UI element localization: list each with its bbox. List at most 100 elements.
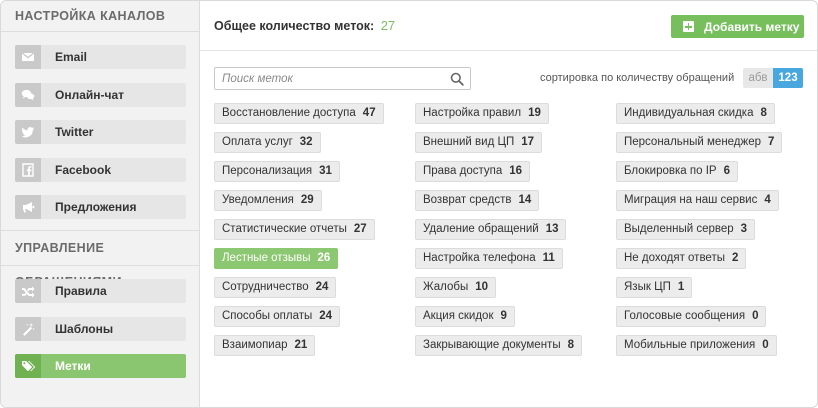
tag-count: 24 (315, 281, 329, 293)
tag-chip[interactable]: Выделенный сервер 3 (616, 219, 756, 240)
tag-chip[interactable]: Взаимопиар 21 (214, 335, 316, 356)
sidebar-item-label: Email (55, 50, 88, 64)
magic-wand-icon (15, 316, 41, 341)
tag-name: Блокировка по IP (624, 165, 717, 177)
tag-count: 1 (677, 281, 685, 293)
tag-name: Не доходят ответы (624, 252, 725, 264)
sidebar-item-label: Метки (55, 359, 91, 374)
megaphone-icon (15, 195, 41, 220)
tag-chip[interactable]: Акция скидок 9 (415, 306, 515, 327)
channels-list: Email Онлайн-чат Twitter Facebook Предложени… (1, 32, 199, 220)
tag-name: Настройка правил (423, 107, 522, 119)
twitter-icon (15, 120, 41, 145)
tag-name: Сотрудничество (222, 281, 309, 293)
tag-chip[interactable]: Удаление обращений 13 (415, 219, 567, 240)
tag-count: 0 (752, 310, 759, 322)
tag-chip[interactable]: Лестные отзывы 26 (214, 248, 339, 269)
tag-chip[interactable]: Не доходят ответы 2 (616, 248, 747, 269)
tag-count: 24 (319, 310, 333, 322)
tag-chip[interactable]: Персонализация 31 (214, 161, 340, 182)
sort-numeric-option[interactable]: 123 (773, 68, 803, 88)
sidebar-item-twitter[interactable]: Twitter (15, 120, 186, 145)
sidebar-item-label: Facebook (55, 162, 112, 177)
tag-name: Персональный менеджер (624, 136, 762, 148)
sidebar-item-chat-bubbles[interactable]: Онлайн-чат (15, 82, 186, 107)
search-icon[interactable] (450, 72, 464, 86)
sidebar-item-label: Twitter (55, 125, 94, 140)
tag-count: 16 (509, 165, 523, 177)
tag-count: 19 (528, 107, 541, 119)
tag-count: 8 (567, 339, 574, 351)
tag-chip[interactable]: Восстановление доступа 47 (214, 103, 384, 124)
tag-chip[interactable]: Жалобы 10 (415, 277, 497, 298)
tag-name: Способы оплаты (222, 310, 313, 322)
tag-count: 10 (475, 281, 489, 293)
sort-alpha-option[interactable]: абв (743, 68, 773, 88)
tag-name: Удаление обращений (423, 223, 539, 235)
tag-name: Лестные отзывы (222, 252, 311, 264)
tag-count: 3 (740, 223, 748, 235)
tag-chip[interactable]: Настройка телефона 11 (415, 248, 563, 269)
tag-count: 14 (518, 194, 532, 206)
tag-count: 8 (760, 107, 767, 119)
tag-count: 0 (762, 339, 769, 351)
tag-count: 17 (521, 136, 535, 148)
sidebar-item-magic-wand[interactable]: Шаблоны (15, 316, 186, 341)
tag-chip[interactable]: Мобильные приложения 0 (616, 335, 777, 356)
tag-chip[interactable]: Способы оплаты 24 (214, 306, 341, 327)
sidebar-item-label: Шаблоны (55, 321, 114, 336)
tag-chip[interactable]: Оплата услуг 32 (214, 132, 321, 153)
search-input[interactable] (215, 68, 440, 89)
sidebar-item-label: Правила (55, 284, 107, 298)
section-title-channels: НАСТРОЙКА КАНАЛОВ (15, 9, 166, 23)
tag-chip[interactable]: Внешний вид ЦП 17 (415, 132, 543, 153)
total-tags: Общее количество меток: 27 (214, 18, 395, 33)
tag-name: Язык ЦП (624, 281, 671, 293)
tag-chip[interactable]: Сотрудничество 24 (214, 277, 337, 298)
total-label: Общее количество меток: (214, 19, 375, 33)
tag-name: Акция скидок (423, 310, 494, 322)
add-tag-button[interactable]: Добавить метку (671, 15, 804, 38)
tag-chip[interactable]: Миграция на наш сервис 4 (616, 190, 779, 211)
total-count: 27 (380, 18, 396, 33)
tag-chip[interactable]: Статистические отчеты 27 (214, 219, 375, 240)
tag-name: Взаимопиар (222, 339, 288, 351)
tag-chip[interactable]: Закрывающие документы 8 (415, 335, 582, 356)
tag-chip[interactable]: Настройка правил 19 (415, 103, 549, 124)
sidebar-item-shuffle[interactable]: Правила (15, 279, 186, 303)
tag-chip[interactable]: Голосовые сообщения 0 (616, 306, 767, 327)
management-list: Правила Шаблоны Метки (1, 266, 200, 379)
shuffle-icon (15, 279, 41, 303)
tag-count: 29 (300, 194, 314, 206)
tag-chip[interactable]: Индивидуальная скидка 8 (616, 103, 775, 124)
tag-chip[interactable]: Возврат средств 14 (415, 190, 540, 211)
tag-chip[interactable]: Персональный менеджер 7 (616, 132, 783, 153)
tag-name: Права доступа (423, 165, 503, 177)
tag-count: 13 (545, 223, 559, 235)
tag-name: Выделенный сервер (624, 223, 734, 235)
sort-toggle: абв 123 (743, 68, 803, 88)
sidebar-item-label: Онлайн-чат (55, 87, 125, 102)
chat-bubbles-icon (15, 82, 41, 107)
tag-name: Возврат средств (423, 194, 512, 206)
facebook-icon (15, 157, 41, 182)
tag-count: 9 (500, 310, 507, 322)
tag-chip[interactable]: Блокировка по IP 6 (616, 161, 738, 182)
sidebar-item-megaphone[interactable]: Предложения (15, 195, 186, 220)
tag-chip[interactable]: Уведомления 29 (214, 190, 322, 211)
tag-count: 7 (768, 136, 775, 148)
tag-chip[interactable]: Язык ЦП 1 (616, 277, 693, 298)
envelope-icon (15, 45, 41, 69)
sidebar-item-facebook[interactable]: Facebook (15, 157, 186, 182)
sidebar-item-label: Предложения (55, 200, 137, 215)
sidebar: НАСТРОЙКА КАНАЛОВ Email Онлайн-чат Twitter… (1, 1, 200, 407)
tags-icon (15, 354, 41, 379)
tag-count: 27 (353, 223, 367, 235)
sidebar-item-envelope[interactable]: Email (15, 45, 186, 69)
tag-chip[interactable]: Права доступа 16 (415, 161, 531, 182)
tag-name: Восстановление доступа (222, 107, 356, 119)
sidebar-item-tags[interactable]: Метки (15, 354, 186, 379)
tag-count: 6 (723, 165, 730, 177)
tag-name: Закрывающие документы (423, 339, 561, 351)
main-panel: Общее количество меток: 27 Добавить метк… (200, 1, 817, 407)
